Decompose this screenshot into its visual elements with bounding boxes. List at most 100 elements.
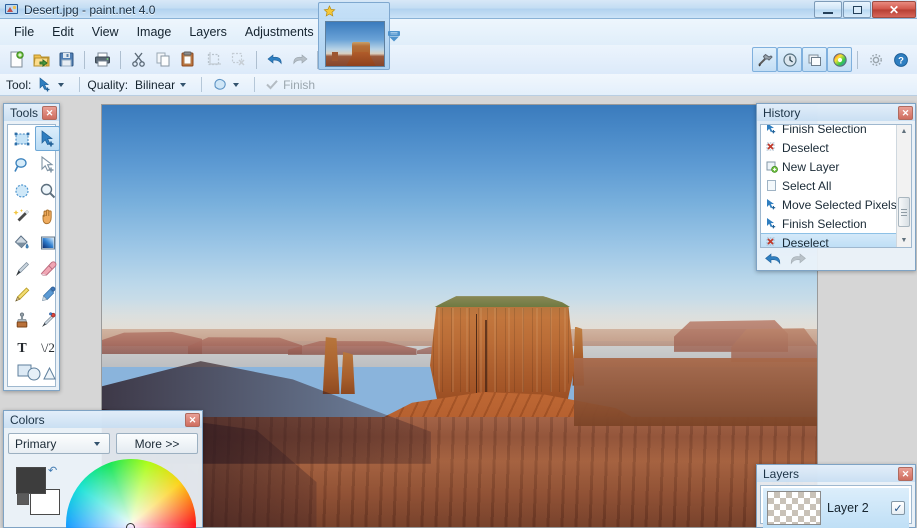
tool-move-selection[interactable] — [35, 152, 60, 177]
selection-blob-icon — [212, 77, 228, 92]
tool-pencil[interactable] — [9, 282, 34, 307]
scroll-down-arrow-icon[interactable]: ▼ — [898, 234, 911, 247]
redo-button[interactable] — [287, 47, 312, 72]
chevron-down-icon — [58, 82, 65, 87]
menu-item-file[interactable]: File — [5, 21, 43, 43]
primary-color-swatch[interactable] — [16, 467, 46, 494]
selection-mode-dropdown[interactable] — [209, 76, 247, 93]
history-item[interactable]: Deselect — [761, 138, 896, 157]
paste-button[interactable] — [176, 47, 201, 72]
deselect-all-button[interactable] — [226, 47, 251, 72]
svg-text:\/2: \/2 — [41, 340, 55, 355]
more-colors-button[interactable]: More >> — [116, 433, 198, 454]
tool-magic-wand[interactable] — [9, 204, 34, 229]
tool-paint-bucket[interactable] — [9, 230, 34, 255]
palette-selector-value: Primary — [15, 436, 57, 451]
layer-row[interactable]: Layer 2 ✓ — [763, 488, 909, 528]
tool-rectangle-select[interactable] — [9, 126, 34, 151]
menu-item-layers[interactable]: Layers — [180, 21, 236, 43]
history-item[interactable]: Finish Selection — [761, 125, 896, 138]
history-panel-close-button[interactable]: ✕ — [898, 105, 913, 120]
color-wheel[interactable] — [66, 459, 196, 528]
layers-window-button[interactable] — [802, 47, 827, 72]
palette-selector-dropdown[interactable]: Primary — [8, 433, 110, 454]
tool-paintbrush[interactable] — [9, 256, 34, 281]
save-image-button[interactable] — [54, 47, 79, 72]
colors-panel-titlebar[interactable]: Colors ✕ — [4, 411, 202, 428]
image-canvas[interactable] — [101, 104, 818, 528]
tool-zoom[interactable] — [35, 178, 60, 203]
tools-panel-close-button[interactable]: ✕ — [42, 105, 57, 120]
tools-panel-body: T \/2 — [4, 121, 60, 390]
crop-to-selection-button[interactable] — [201, 47, 226, 72]
tools-panel-titlebar[interactable]: Tools ✕ — [4, 104, 59, 121]
quality-dropdown[interactable]: Bilinear — [132, 77, 194, 93]
help-button[interactable]: ? — [888, 47, 913, 72]
history-item-selected[interactable]: Deselect — [761, 233, 896, 247]
restore-button[interactable] — [843, 1, 871, 18]
colors-window-button[interactable] — [827, 47, 852, 72]
scroll-up-arrow-icon[interactable]: ▲ — [898, 125, 911, 138]
new-image-button[interactable] — [4, 47, 29, 72]
finish-button[interactable]: Finish — [262, 77, 318, 93]
minimize-button[interactable] — [814, 1, 842, 18]
history-list[interactable]: Finish Selection Deselect New Layer Sele… — [760, 124, 912, 248]
layers-panel-close-button[interactable]: ✕ — [898, 466, 913, 481]
history-item[interactable]: Select All — [761, 176, 896, 195]
tool-line-curve[interactable]: \/2 — [35, 334, 60, 359]
menu-item-adjustments[interactable]: Adjustments — [236, 21, 323, 43]
scrollbar-grip-icon — [901, 211, 907, 213]
colors-panel-close-button[interactable]: ✕ — [185, 412, 200, 427]
history-item-label: Select All — [782, 178, 832, 193]
options-separator — [79, 77, 81, 92]
scrollbar-thumb[interactable] — [898, 197, 910, 227]
tool-ellipse-select[interactable] — [9, 178, 34, 203]
menu-item-view[interactable]: View — [83, 21, 128, 43]
tool-shapes[interactable] — [9, 360, 60, 385]
paint-net-window: Desert.jpg - paint.net 4.0 ✕ File Edit V… — [0, 0, 917, 528]
menu-item-edit[interactable]: Edit — [43, 21, 83, 43]
open-image-button[interactable] — [29, 47, 54, 72]
cut-button[interactable] — [126, 47, 151, 72]
tool-move-selected[interactable] — [35, 126, 60, 151]
print-button[interactable] — [90, 47, 115, 72]
tool-recolor[interactable] — [35, 308, 60, 333]
tools-window-button[interactable] — [752, 47, 777, 72]
history-redo-button[interactable] — [788, 251, 807, 267]
history-undo-button[interactable] — [764, 251, 783, 267]
close-button[interactable]: ✕ — [872, 1, 916, 18]
quality-label: Quality: — [87, 77, 129, 92]
history-scrollbar[interactable]: ▲ ▼ — [896, 125, 911, 247]
history-item[interactable]: Move Selected Pixels — [761, 195, 897, 214]
tool-lasso-select[interactable] — [9, 152, 34, 177]
tool-eraser[interactable] — [35, 256, 60, 281]
window-controls: ✕ — [813, 1, 916, 18]
history-window-button[interactable] — [777, 47, 802, 72]
settings-button[interactable] — [863, 47, 888, 72]
copy-button[interactable] — [151, 47, 176, 72]
image-tab-desert[interactable] — [318, 2, 390, 70]
chevron-down-icon — [180, 82, 187, 87]
history-rows: Finish Selection Deselect New Layer Sele… — [761, 125, 897, 247]
tool-text[interactable]: T — [9, 334, 34, 359]
layers-panel-titlebar[interactable]: Layers ✕ — [757, 465, 915, 482]
layer-visibility-checkbox[interactable]: ✓ — [891, 501, 905, 515]
history-item[interactable]: Finish Selection — [761, 214, 896, 233]
swap-colors-icon[interactable]: ↶ — [48, 464, 57, 477]
history-panel-titlebar[interactable]: History ✕ — [757, 104, 915, 121]
tool-selector[interactable] — [35, 76, 72, 93]
history-item-label: Deselect — [782, 140, 829, 155]
color-wheel-cursor[interactable] — [126, 523, 135, 528]
tool-gradient[interactable] — [35, 230, 60, 255]
deselect-icon — [765, 141, 778, 154]
menu-item-image[interactable]: Image — [128, 21, 181, 43]
tab-dropdown-arrow-icon[interactable] — [386, 28, 402, 44]
tool-clone-stamp[interactable] — [9, 308, 34, 333]
reset-colors-icon[interactable] — [17, 493, 29, 505]
undo-button[interactable] — [262, 47, 287, 72]
tool-pan[interactable] — [35, 204, 60, 229]
history-item[interactable]: New Layer — [761, 157, 896, 176]
tools-panel: Tools ✕ T \/2 — [3, 103, 60, 391]
tool-color-picker[interactable] — [35, 282, 60, 307]
menu-bar: File Edit View Image Layers Adjustments … — [0, 19, 917, 45]
